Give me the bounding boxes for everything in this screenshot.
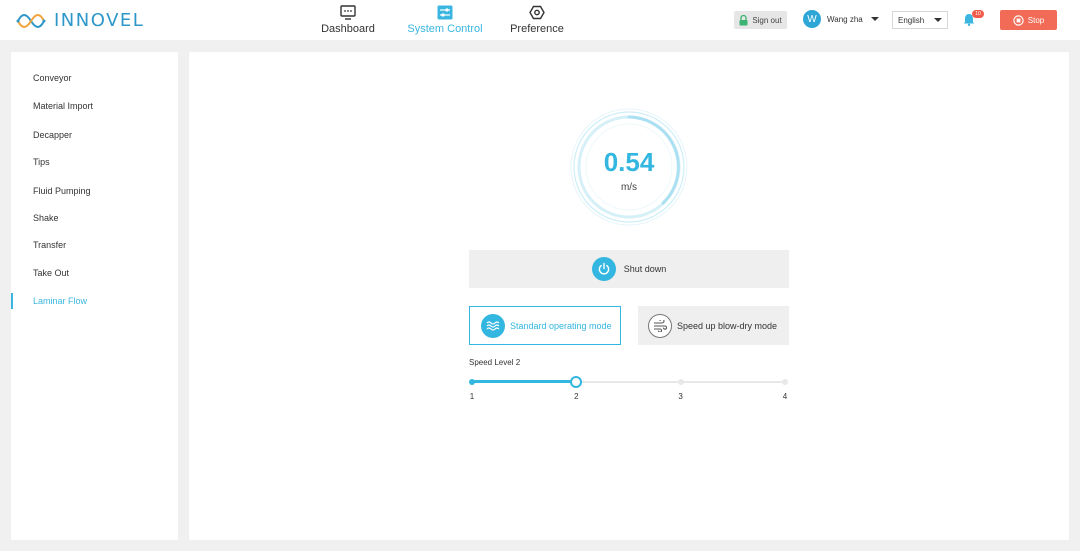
- slider-stop-1[interactable]: [469, 379, 475, 385]
- sidebar-item-label: Shake: [33, 213, 59, 223]
- sidebar-item-material-import[interactable]: Material Import: [11, 97, 178, 115]
- slider-fill: [472, 380, 577, 383]
- slider-stop-3[interactable]: [677, 379, 684, 385]
- speed-up-mode-button[interactable]: Speed up blow-dry mode: [638, 306, 789, 345]
- sidebar-item-label: Decapper: [33, 130, 73, 140]
- sidebar-item-label: Conveyor: [33, 73, 72, 83]
- sign-out-label: Sign out: [752, 15, 782, 25]
- slider-tick-label: 4: [782, 392, 788, 401]
- infinity-logo-icon: [16, 13, 46, 28]
- avatar: W: [803, 10, 821, 28]
- tab-system-control-label: System Control: [407, 23, 483, 35]
- shut-down-label: Shut down: [623, 264, 667, 274]
- slider-tick-label: 1: [469, 392, 475, 401]
- sidebar-item-label: Transfer: [33, 240, 67, 250]
- sliders-icon: [437, 5, 453, 20]
- chevron-down-icon: [934, 18, 942, 22]
- sidebar-item-laminar-flow[interactable]: Laminar Flow: [11, 292, 178, 310]
- slider-tick-label: 3: [678, 392, 683, 401]
- sidebar-item-label: Take Out: [33, 268, 70, 278]
- sidebar: Conveyor Material Import Decapper Tips F…: [11, 52, 178, 540]
- sidebar-item-label: Material Import: [33, 101, 94, 111]
- standard-mode-button[interactable]: Standard operating mode: [469, 306, 621, 345]
- sidebar-item-tips[interactable]: Tips: [11, 153, 178, 171]
- speed-up-mode-label: Speed up blow-dry mode: [677, 320, 778, 331]
- monitor-icon: [340, 5, 356, 20]
- laminar-flow-panel: 0.54 m/s Shut down Standard operating mo…: [189, 52, 1069, 540]
- brand-name: INNOVEL: [54, 10, 145, 31]
- chevron-down-icon: [870, 17, 879, 21]
- speed-level-label: Speed Level 2: [469, 358, 521, 367]
- brand-logo: INNOVEL: [16, 10, 144, 31]
- power-icon: [591, 257, 616, 281]
- language-select[interactable]: English: [892, 11, 948, 29]
- sign-out-button[interactable]: Sign out: [734, 11, 787, 29]
- tab-system-control[interactable]: System Control: [405, 5, 485, 39]
- sidebar-item-take-out[interactable]: Take Out: [11, 264, 178, 282]
- waves-icon: [481, 313, 505, 338]
- speed-value: 0.54: [603, 147, 655, 177]
- sidebar-item-label: Fluid Pumping: [33, 186, 91, 196]
- speed-level-slider[interactable]: [469, 375, 788, 389]
- sidebar-item-transfer[interactable]: Transfer: [11, 236, 178, 254]
- shut-down-button[interactable]: Shut down: [469, 250, 789, 288]
- sidebar-item-label: Tips: [33, 157, 50, 167]
- wind-icon: [648, 313, 672, 338]
- speed-unit: m/s: [620, 182, 638, 193]
- standard-mode-label: Standard operating mode: [510, 320, 612, 331]
- slider-stop-4[interactable]: [782, 379, 788, 385]
- slider-tick-label: 2: [574, 392, 579, 401]
- stop-button[interactable]: Stop: [1000, 10, 1057, 30]
- tab-preference[interactable]: Preference: [507, 5, 567, 39]
- stop-icon: [1013, 14, 1024, 26]
- top-bar: INNOVEL Dashboard System Control Prefere…: [0, 0, 1080, 40]
- sidebar-item-label: Laminar Flow: [33, 296, 88, 306]
- user-menu[interactable]: W Wang zha: [803, 10, 879, 28]
- sidebar-item-fluid-pumping[interactable]: Fluid Pumping: [11, 182, 178, 200]
- sidebar-item-decapper[interactable]: Decapper: [11, 126, 178, 144]
- tab-dashboard-label: Dashboard: [321, 23, 375, 35]
- slider-thumb[interactable]: [570, 376, 583, 388]
- sidebar-item-shake[interactable]: Shake: [11, 209, 178, 227]
- language-value: English: [898, 15, 925, 25]
- gear-icon: [529, 5, 545, 20]
- tab-preference-label: Preference: [510, 23, 564, 35]
- sidebar-item-conveyor[interactable]: Conveyor: [11, 69, 178, 87]
- stop-label: Stop: [1027, 15, 1045, 25]
- lock-icon: [739, 14, 748, 25]
- notification-badge: 10: [972, 10, 984, 18]
- speed-gauge: 0.54 m/s: [569, 107, 689, 227]
- tab-dashboard[interactable]: Dashboard: [318, 5, 378, 39]
- user-name: Wang zha: [827, 14, 863, 24]
